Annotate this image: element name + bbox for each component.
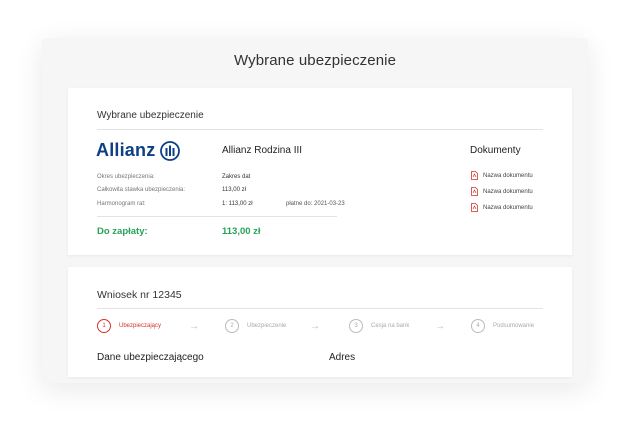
- application-title: Wniosek nr 12345: [97, 289, 182, 301]
- document-name: Nazwa dokumentu: [483, 204, 533, 211]
- detail-value-rate: 113,00 zł: [222, 187, 246, 193]
- step-label: Podsumowanie: [493, 323, 535, 329]
- detail-value-schedule: 1: 113,00 zł: [222, 201, 253, 207]
- selected-insurance-card: Wybrane ubezpieczenie Allianz Allianz Ro…: [68, 88, 572, 255]
- step-label: Cesja na bank: [371, 323, 410, 329]
- to-pay-value: 113,00 zł: [222, 226, 261, 237]
- step-number: 2: [225, 319, 239, 333]
- allianz-mark-icon: [160, 140, 181, 161]
- policyholder-data-heading: Dane ubezpieczającego: [97, 352, 204, 363]
- arrow-right-icon: →: [435, 321, 445, 332]
- step-bank-assignment[interactable]: 3 Cesja na bank: [349, 319, 409, 333]
- logo-text: Allianz: [96, 140, 156, 160]
- pdf-icon: [471, 171, 478, 180]
- application-card: Wniosek nr 12345 1 Ubezpieczający → 2 Ub…: [68, 267, 572, 377]
- pdf-icon: [471, 187, 478, 196]
- page-title: Wybrane ubezpieczenie: [233, 52, 397, 69]
- document-link[interactable]: Nazwa dokumentu: [471, 171, 533, 180]
- step-number: 3: [349, 319, 363, 333]
- arrow-right-icon: →: [189, 321, 199, 332]
- main-panel: Wybrane ubezpieczenie Wybrane ubezpiecze…: [42, 38, 588, 383]
- product-name: Allianz Rodzina III: [222, 145, 303, 156]
- step-insurance[interactable]: 2 Ubezpieczenie: [225, 319, 286, 333]
- detail-label-period: Okres ubezpieczenia:: [97, 174, 155, 180]
- stepper: 1 Ubezpieczający → 2 Ubezpieczenie → 3 C…: [97, 319, 557, 335]
- detail-label-schedule: Harmonogram rat:: [97, 201, 146, 207]
- due-date: płatne do: 2021-03-23: [286, 201, 345, 207]
- divider: [97, 129, 543, 130]
- arrow-right-icon: →: [310, 321, 320, 332]
- step-number: 4: [471, 319, 485, 333]
- detail-label-rate: Całkowita stawka ubezpieczenia:: [97, 187, 186, 193]
- allianz-logo: Allianz: [96, 140, 181, 161]
- step-label: Ubezpieczający: [119, 323, 162, 329]
- pdf-icon: [471, 203, 478, 212]
- step-label: Ubezpieczenie: [247, 323, 287, 329]
- detail-value-period: Zakres dat: [222, 174, 251, 180]
- section-title: Wybrane ubezpieczenie: [97, 110, 204, 121]
- details-divider: [97, 216, 337, 217]
- step-number: 1: [97, 319, 111, 333]
- document-name: Nazwa dokumentu: [483, 188, 533, 195]
- step-policyholder[interactable]: 1 Ubezpieczający: [97, 319, 161, 333]
- divider: [97, 308, 543, 309]
- document-link[interactable]: Nazwa dokumentu: [471, 203, 533, 212]
- step-summary[interactable]: 4 Podsumowanie: [471, 319, 534, 333]
- address-heading: Adres: [329, 352, 356, 363]
- document-link[interactable]: Nazwa dokumentu: [471, 187, 533, 196]
- document-name: Nazwa dokumentu: [483, 172, 533, 179]
- documents-title: Dokumenty: [470, 145, 521, 156]
- to-pay-label: Do zapłaty:: [97, 226, 148, 237]
